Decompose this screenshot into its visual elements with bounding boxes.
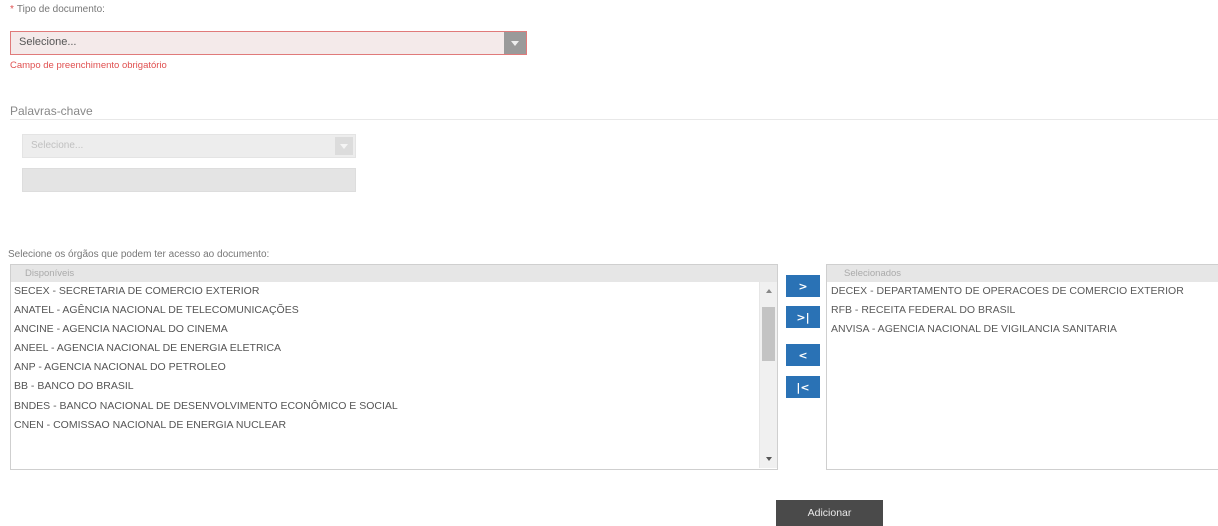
chevron-down-icon bbox=[335, 137, 353, 155]
add-button[interactable]: Adicionar bbox=[776, 500, 883, 526]
keywords-select: Selecione... bbox=[22, 134, 356, 158]
list-item[interactable]: ANVISA - AGENCIA NACIONAL DE VIGILANCIA … bbox=[827, 320, 1218, 339]
section-divider bbox=[10, 119, 1218, 120]
move-all-left-button[interactable]: |< bbox=[786, 376, 820, 398]
keywords-section-title: Palavras-chave bbox=[10, 104, 93, 118]
move-left-button[interactable]: < bbox=[786, 344, 820, 366]
document-type-error-message: Campo de preenchimento obrigatório bbox=[10, 60, 167, 71]
selected-organs-items: DECEX - DEPARTAMENTO DE OPERACOES DE COM… bbox=[827, 282, 1218, 339]
chevron-down-icon[interactable] bbox=[504, 32, 526, 54]
list-item[interactable]: BB - BANCO DO BRASIL bbox=[11, 377, 759, 396]
available-organs-items: SECEX - SECRETARIA DE COMERCIO EXTERIOR A… bbox=[11, 282, 759, 435]
list-item[interactable]: ANATEL - AGÊNCIA NACIONAL DE TELECOMUNIC… bbox=[11, 301, 759, 320]
available-organs-list[interactable]: Disponíveis SECEX - SECRETARIA DE COMERC… bbox=[10, 264, 778, 470]
list-item[interactable]: CNEN - COMISSAO NACIONAL DE ENERGIA NUCL… bbox=[11, 416, 759, 435]
required-marker: * bbox=[10, 4, 14, 15]
scrollbar-thumb[interactable] bbox=[762, 307, 775, 361]
move-all-right-button[interactable]: >| bbox=[786, 306, 820, 328]
list-item[interactable]: DECEX - DEPARTAMENTO DE OPERACOES DE COM… bbox=[827, 282, 1218, 301]
available-organs-header: Disponíveis bbox=[11, 265, 777, 282]
list-item[interactable]: RFB - RECEITA FEDERAL DO BRASIL bbox=[827, 301, 1218, 320]
organs-label: Selecione os órgãos que podem ter acesso… bbox=[8, 249, 270, 260]
keywords-select-placeholder: Selecione... bbox=[31, 140, 84, 151]
list-item[interactable]: BNDES - BANCO NACIONAL DE DESENVOLVIMENT… bbox=[11, 397, 759, 416]
list-item[interactable]: ANP - AGENCIA NACIONAL DO PETROLEO bbox=[11, 358, 759, 377]
scrollbar[interactable] bbox=[759, 282, 777, 468]
document-type-selected-value: Selecione... bbox=[19, 36, 77, 48]
move-right-button[interactable]: > bbox=[786, 275, 820, 297]
keywords-input bbox=[22, 168, 356, 192]
scroll-down-icon[interactable] bbox=[760, 452, 777, 466]
list-item[interactable]: SECEX - SECRETARIA DE COMERCIO EXTERIOR bbox=[11, 282, 759, 301]
selected-organs-list[interactable]: Selecionados DECEX - DEPARTAMENTO DE OPE… bbox=[826, 264, 1218, 470]
document-type-select[interactable]: Selecione... bbox=[10, 31, 527, 55]
list-item[interactable]: ANEEL - AGENCIA NACIONAL DE ENERGIA ELET… bbox=[11, 339, 759, 358]
list-item[interactable]: ANCINE - AGENCIA NACIONAL DO CINEMA bbox=[11, 320, 759, 339]
selected-organs-header: Selecionados bbox=[827, 265, 1218, 282]
document-type-label-text: Tipo de documento: bbox=[16, 4, 105, 15]
scroll-up-icon[interactable] bbox=[760, 284, 777, 298]
document-type-label: * Tipo de documento: bbox=[10, 4, 105, 15]
